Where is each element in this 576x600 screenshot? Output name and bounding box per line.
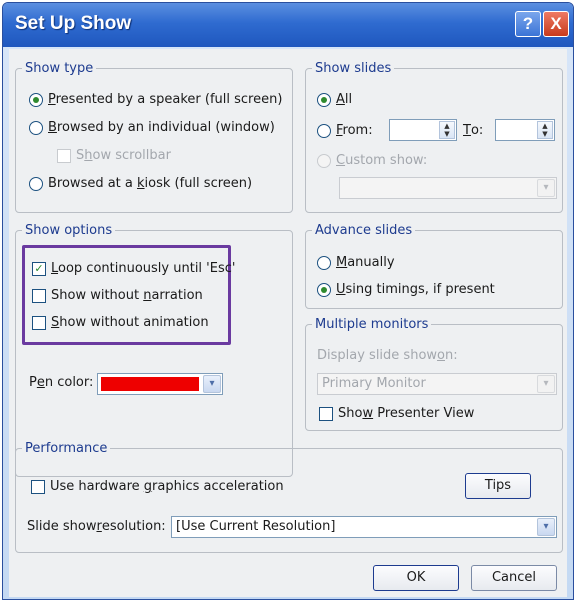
- chevron-down-icon[interactable]: ▾: [203, 375, 221, 393]
- chevron-down-icon: ▾: [537, 179, 555, 197]
- radio-circle[interactable]: [317, 92, 331, 107]
- checkbox-label: Show without animation: [51, 315, 209, 330]
- resolution-value: [Use Current Resolution]: [176, 519, 336, 534]
- resolution-label: Slide show r esolution:: [27, 519, 166, 534]
- radio-label: Browsed at a kiosk (full screen): [48, 176, 253, 191]
- checkbox-show-without-animation[interactable]: Show without animation: [32, 315, 209, 330]
- performance-legend: Performance: [25, 441, 108, 456]
- spin-up-icon[interactable]: ▲: [542, 122, 547, 130]
- radio-manually[interactable]: Manually: [317, 255, 395, 270]
- checkbox-label: Loop continuously until 'Esc': [51, 261, 236, 276]
- radio-custom-show: Custom show:: [317, 153, 427, 168]
- dialog-title: Set Up Show: [15, 13, 132, 34]
- checkbox-label: Use hardware graphics acceleration: [50, 479, 284, 494]
- pen-color-swatch[interactable]: [101, 377, 199, 391]
- radio-circle[interactable]: [29, 176, 43, 191]
- help-button[interactable]: ?: [515, 11, 541, 37]
- custom-show-dropdown: ▾: [339, 177, 557, 199]
- checkbox-show-without-narration[interactable]: Show without narration: [32, 288, 203, 303]
- checkbox-hardware-acceleration[interactable]: Use hardware graphics acceleration: [31, 479, 284, 494]
- checkbox-show-scrollbar: Show scrollbar: [57, 148, 171, 163]
- check-icon[interactable]: ✓: [32, 261, 46, 276]
- from-slide-spinner[interactable]: ▲ ▼: [389, 119, 457, 141]
- show-slides-legend: Show slides: [315, 61, 392, 76]
- show-type-legend: Show type: [25, 61, 94, 76]
- display-monitor-value: Primary Monitor: [322, 376, 426, 391]
- pen-color-label: Pen color:: [29, 375, 94, 390]
- title-bar[interactable]: Set Up Show ? X: [3, 3, 573, 47]
- radio-all-slides[interactable]: All: [317, 92, 352, 107]
- chevron-down-icon[interactable]: ▾: [537, 518, 555, 536]
- radio-label: Custom show:: [336, 153, 428, 168]
- radio-circle[interactable]: [317, 282, 331, 297]
- question-icon: ?: [522, 14, 534, 33]
- ok-button[interactable]: OK: [373, 565, 459, 591]
- checkbox-label: Show without narration: [51, 288, 203, 303]
- radio-using-timings[interactable]: Using timings, if present: [317, 282, 495, 297]
- radio-circle[interactable]: [29, 120, 43, 135]
- checkbox-box[interactable]: [31, 479, 45, 494]
- resolution-dropdown[interactable]: [Use Current Resolution] ▾: [171, 516, 557, 538]
- radio-presented-by-speaker[interactable]: Presented by a speaker (full screen): [29, 92, 282, 107]
- radio-circle[interactable]: [317, 123, 331, 138]
- radio-label: Manually: [336, 255, 395, 270]
- display-monitor-dropdown: Primary Monitor ▾: [317, 373, 557, 395]
- checkbox-loop-continuously[interactable]: ✓ Loop continuously until 'Esc': [32, 261, 235, 276]
- checkbox-box: [57, 148, 71, 163]
- radio-label: From:: [336, 123, 373, 138]
- spin-down-icon[interactable]: ▼: [444, 130, 449, 138]
- checkbox-show-presenter-view[interactable]: Show Presenter View: [319, 406, 474, 421]
- to-slide-spinner[interactable]: ▲ ▼: [495, 119, 555, 141]
- to-slide-label: To:: [463, 123, 484, 138]
- checkbox-label: Show Presenter View: [338, 406, 475, 421]
- show-options-legend: Show options: [25, 223, 113, 238]
- radio-from-slide[interactable]: From:: [317, 123, 373, 138]
- checkbox-box[interactable]: [32, 288, 46, 303]
- spin-buttons[interactable]: ▲ ▼: [537, 121, 553, 139]
- checkbox-box[interactable]: [32, 315, 46, 330]
- radio-circle: [317, 153, 331, 168]
- cancel-button[interactable]: Cancel: [471, 565, 557, 591]
- close-icon: X: [550, 14, 562, 33]
- radio-label: Browsed by an individual (window): [48, 120, 275, 135]
- radio-label: All: [336, 92, 353, 107]
- radio-browsed-by-individual[interactable]: Browsed by an individual (window): [29, 120, 275, 135]
- radio-label: Presented by a speaker (full screen): [48, 92, 283, 107]
- pen-color-picker[interactable]: ▾: [97, 373, 223, 395]
- advance-slides-legend: Advance slides: [315, 223, 413, 238]
- set-up-show-dialog: Set Up Show ? X Show type Presented by a…: [2, 2, 574, 600]
- dialog-body: Show type Presented by a speaker (full s…: [9, 49, 567, 597]
- tips-button[interactable]: Tips: [465, 473, 531, 499]
- chevron-down-icon: ▾: [537, 375, 555, 393]
- display-slide-show-label: Display slide show o n:: [317, 348, 458, 363]
- radio-circle[interactable]: [29, 92, 43, 107]
- radio-label: Using timings, if present: [336, 282, 495, 297]
- spin-buttons[interactable]: ▲ ▼: [439, 121, 455, 139]
- spin-up-icon[interactable]: ▲: [444, 122, 449, 130]
- close-button[interactable]: X: [543, 11, 569, 37]
- multiple-monitors-legend: Multiple monitors: [315, 317, 429, 332]
- spin-down-icon[interactable]: ▼: [542, 130, 547, 138]
- radio-browsed-at-kiosk[interactable]: Browsed at a kiosk (full screen): [29, 176, 252, 191]
- checkbox-label: Show scrollbar: [76, 148, 171, 163]
- radio-circle[interactable]: [317, 255, 331, 270]
- checkbox-box[interactable]: [319, 406, 333, 421]
